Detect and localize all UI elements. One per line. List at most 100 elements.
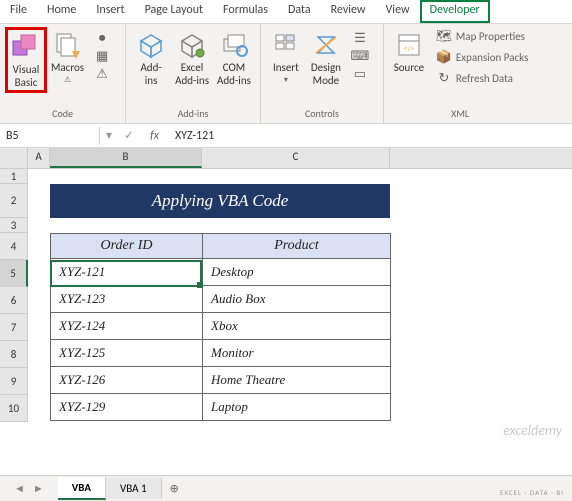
- cell-order[interactable]: XYZ-121: [51, 259, 203, 286]
- row-header-1[interactable]: 1: [0, 169, 28, 184]
- ribbon-group-xml: </> Source 🗺 Map Properties 📦 Expansion …: [384, 24, 536, 123]
- tab-navigation: ◄ ►: [0, 482, 58, 495]
- source-label: Source: [394, 61, 424, 74]
- fx-cancel[interactable]: ✓: [118, 128, 140, 143]
- sheet-tab-vba1[interactable]: VBA 1: [106, 478, 162, 499]
- macro-security-button[interactable]: ⚠: [91, 65, 117, 83]
- cell-product[interactable]: Home Theatre: [203, 367, 391, 394]
- cell-order[interactable]: XYZ-129: [51, 394, 203, 421]
- watermark: exceldemy: [503, 422, 562, 439]
- expansion-packs-button[interactable]: 📦 Expansion Packs: [433, 48, 531, 66]
- menu-file[interactable]: File: [0, 0, 37, 23]
- view-code-button[interactable]: ⌨: [349, 47, 375, 65]
- row-header-5[interactable]: 5: [0, 260, 28, 287]
- cell-product[interactable]: Laptop: [203, 394, 391, 421]
- addins-button[interactable]: Add- ins: [131, 27, 171, 89]
- map-properties-button[interactable]: 🗺 Map Properties: [433, 27, 531, 45]
- menu-view[interactable]: View: [376, 0, 420, 23]
- menu-review[interactable]: Review: [321, 0, 376, 23]
- addins-icon: [135, 29, 167, 61]
- insert-controls-icon: [270, 29, 302, 61]
- row-header-7[interactable]: 7: [0, 314, 28, 341]
- menu-data[interactable]: Data: [278, 0, 321, 23]
- cell-order[interactable]: XYZ-124: [51, 313, 203, 340]
- expansion-packs-label: Expansion Packs: [456, 51, 528, 64]
- select-all-corner[interactable]: [0, 148, 28, 168]
- header-order-id[interactable]: Order ID: [51, 234, 203, 259]
- insert-controls-button[interactable]: Insert ▾: [266, 27, 306, 87]
- cell-product[interactable]: Desktop: [203, 259, 391, 286]
- design-mode-label: Design Mode: [311, 61, 341, 87]
- data-table: Order ID Product XYZ-121Desktop XYZ-123A…: [50, 233, 391, 421]
- design-mode-button[interactable]: Design Mode: [306, 27, 346, 89]
- menu-formulas[interactable]: Formulas: [213, 0, 278, 23]
- tab-prev-icon[interactable]: ◄: [10, 482, 29, 495]
- menu-insert[interactable]: Insert: [86, 0, 134, 23]
- row-header-8[interactable]: 8: [0, 341, 28, 368]
- ribbon-group-controls: Insert ▾ Design Mode ☰ ⌨ ▭: [261, 24, 384, 123]
- properties-button[interactable]: ☰: [349, 29, 375, 47]
- refresh-data-button[interactable]: ↻ Refresh Data: [433, 69, 531, 87]
- name-box-dropdown[interactable]: ▾: [100, 128, 118, 143]
- formula-input[interactable]: XYZ-121: [169, 127, 572, 145]
- controls-group-label: Controls: [266, 107, 378, 122]
- cell-product[interactable]: Xbox: [203, 313, 391, 340]
- grid-icon: ▦: [94, 48, 110, 64]
- refresh-data-label: Refresh Data: [456, 72, 513, 85]
- sheet-tab-vba[interactable]: VBA: [58, 477, 106, 500]
- title-cell[interactable]: Applying VBA Code: [50, 184, 390, 218]
- row-headers: 1 2 3 4 5 6 7 8 9 10: [0, 169, 28, 422]
- cell-product[interactable]: Audio Box: [203, 286, 391, 313]
- excel-addins-button[interactable]: Excel Add-ins: [171, 27, 213, 89]
- col-header-A[interactable]: A: [28, 148, 50, 168]
- row-header-9[interactable]: 9: [0, 368, 28, 395]
- table-row: XYZ-123Audio Box: [51, 286, 391, 313]
- row-header-3[interactable]: 3: [0, 218, 28, 233]
- sheet-tabs: ◄ ► VBA VBA 1 ⊕ EXCEL · DATA · BI: [0, 475, 572, 501]
- source-button[interactable]: </> Source: [389, 27, 429, 76]
- row-header-2[interactable]: 2: [0, 184, 28, 218]
- cell-order[interactable]: XYZ-123: [51, 286, 203, 313]
- visual-basic-icon: [10, 31, 42, 63]
- add-sheet-button[interactable]: ⊕: [162, 482, 187, 495]
- source-icon: </>: [393, 29, 425, 61]
- cell-product[interactable]: Monitor: [203, 340, 391, 367]
- macros-button[interactable]: Macros ⚠: [47, 27, 88, 87]
- visual-basic-button[interactable]: Visual Basic: [5, 27, 47, 93]
- table-row: XYZ-121Desktop: [51, 259, 391, 286]
- menu-page-layout[interactable]: Page Layout: [135, 0, 213, 23]
- name-box[interactable]: B5: [0, 127, 100, 145]
- record-macro-button[interactable]: ⏺: [91, 29, 117, 47]
- row-header-6[interactable]: 6: [0, 287, 28, 314]
- dialog-icon: ▭: [352, 66, 368, 82]
- cells-area[interactable]: Applying VBA Code Order ID Product XYZ-1…: [28, 169, 572, 422]
- row-header-4[interactable]: 4: [0, 233, 28, 260]
- status-bar: EXCEL · DATA · BI: [500, 488, 564, 497]
- map-properties-label: Map Properties: [456, 30, 525, 43]
- cell-order[interactable]: XYZ-126: [51, 367, 203, 394]
- col-header-C[interactable]: C: [202, 148, 390, 168]
- header-product[interactable]: Product: [203, 234, 391, 259]
- table-row: XYZ-124Xbox: [51, 313, 391, 340]
- menu-home[interactable]: Home: [37, 0, 86, 23]
- macros-label: Macros: [51, 61, 84, 74]
- table-row: XYZ-125Monitor: [51, 340, 391, 367]
- run-dialog-button[interactable]: ▭: [349, 65, 375, 83]
- fx-icon[interactable]: fx: [140, 129, 169, 143]
- menu-developer[interactable]: Developer: [420, 0, 490, 23]
- map-icon: 🗺: [436, 28, 452, 44]
- excel-addins-icon: [176, 29, 208, 61]
- macros-icon: [52, 29, 84, 61]
- formula-bar: B5 ▾ ✓ fx XYZ-121: [0, 124, 572, 148]
- row-header-10[interactable]: 10: [0, 395, 28, 422]
- cell-order[interactable]: XYZ-125: [51, 340, 203, 367]
- col-header-B[interactable]: B: [50, 148, 202, 168]
- properties-icon: ☰: [352, 30, 368, 46]
- com-addins-button[interactable]: COM Add-ins: [213, 27, 255, 89]
- relative-ref-button[interactable]: ▦: [91, 47, 117, 65]
- tab-next-icon[interactable]: ►: [29, 482, 48, 495]
- xml-group-label: XML: [389, 107, 531, 122]
- warning-icon: ⚠: [64, 75, 71, 85]
- column-headers: A B C: [0, 148, 572, 169]
- code-group-label: Code: [5, 107, 120, 122]
